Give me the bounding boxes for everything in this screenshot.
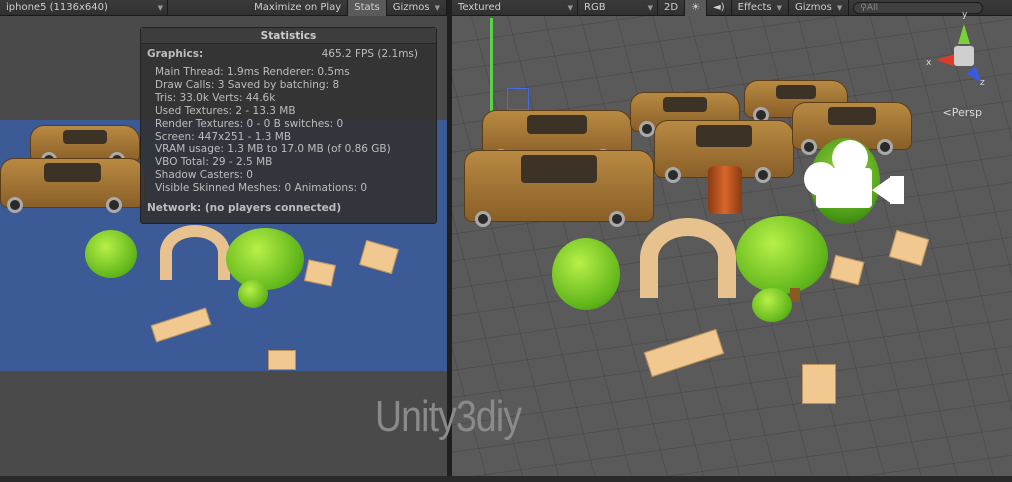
chevron-down-icon: ▼ [434, 3, 440, 12]
stat-row: Draw Calls: 3 Saved by batching: 8 [155, 78, 340, 91]
perspective-label[interactable]: <Persp [943, 106, 982, 119]
statistics-title: Statistics [141, 28, 436, 44]
stats-rows: Main Thread: 1.9ms Renderer: 0.5ms Draw … [141, 60, 436, 195]
color-mode-label: RGB [584, 1, 606, 13]
block-model [802, 364, 836, 404]
block-model [359, 239, 399, 275]
orientation-gizmo[interactable]: y x z [926, 10, 994, 120]
stat-row: Tris: 33.0k Verts: 44.6k [155, 91, 276, 104]
bottom-bar [0, 476, 1012, 482]
tree-model [736, 216, 828, 294]
stat-row: Shadow Casters: 0 [155, 169, 253, 182]
transform-gizmo[interactable] [507, 88, 529, 110]
graphics-row: Graphics: 465.2 FPS (2.1ms) [141, 44, 436, 60]
car-model [0, 158, 145, 213]
stat-row: Render Textures: 0 - 0 B switches: 0 [155, 117, 344, 130]
camera-gizmo-icon[interactable] [804, 140, 908, 210]
barrel-model [708, 166, 742, 214]
stat-row: Main Thread: 1.9ms Renderer: 0.5ms [155, 66, 350, 78]
2d-toggle-button[interactable]: 2D [658, 0, 686, 16]
color-mode-dropdown[interactable]: RGB ▼ [578, 0, 658, 16]
axis-x-label: x [926, 58, 932, 68]
chevron-down-icon: ▼ [647, 3, 653, 12]
y-axis-cone-icon[interactable] [958, 24, 970, 44]
network-status: Network: (no players connected) [147, 202, 342, 215]
resolution-label: iphone5 (1136x640) [6, 1, 108, 13]
stat-row: Used Textures: 2 - 13.3 MB [155, 104, 296, 117]
stat-row: Visible Skinned Meshes: 0 Animations: 0 [155, 182, 368, 195]
chevron-down-icon: ▼ [836, 3, 843, 12]
sun-icon: ☀ [691, 1, 701, 13]
lighting-toggle[interactable]: ☀ [685, 0, 708, 16]
block-model [268, 350, 296, 370]
tree-model [85, 230, 137, 278]
render-mode-label: Textured [458, 1, 501, 13]
chevron-down-icon: ▼ [567, 3, 573, 12]
gizmo-center-cube[interactable] [954, 46, 974, 66]
tree-model [238, 280, 268, 308]
axis-z-label: z [980, 78, 985, 88]
render-mode-dropdown[interactable]: Textured ▼ [452, 0, 578, 16]
scene-toolbar: Textured ▼ RGB ▼ 2D ☀ ◄) Effects ▼ Gizmos ▼ … [452, 0, 1012, 16]
tree-model [552, 238, 620, 310]
chevron-down-icon: ▼ [157, 3, 163, 12]
stat-row: Screen: 447x251 - 1.3 MB [155, 130, 292, 143]
fps-value: 465.2 FPS (2.1ms) [321, 48, 418, 60]
car-model [464, 150, 654, 227]
watermark: Unity3diy [375, 392, 522, 441]
scene-view-panel: Textured ▼ RGB ▼ 2D ☀ ◄) Effects ▼ Gizmos ▼ … [452, 0, 1012, 482]
statistics-overlay: Statistics Graphics: 465.2 FPS (2.1ms) M… [140, 27, 437, 224]
tree-model [226, 228, 304, 290]
chevron-down-icon: ▼ [776, 3, 783, 12]
stat-row: VRAM usage: 1.3 MB to 17.0 MB (of 0.86 G… [155, 143, 391, 156]
stat-row: VBO Total: 29 - 2.5 MB [155, 156, 273, 169]
maximize-on-play-button[interactable]: Maximize on Play [248, 0, 349, 16]
speaker-icon: ◄) [713, 1, 725, 13]
persp-text: Persp [951, 106, 982, 119]
resolution-dropdown[interactable]: iphone5 (1136x640) ▼ [0, 0, 168, 16]
y-axis-handle[interactable] [490, 18, 493, 116]
game-gizmos-dropdown[interactable]: Gizmos ▼ [387, 0, 447, 16]
tree-model [752, 288, 792, 322]
graphics-label: Graphics: [147, 48, 204, 60]
scene-gizmos-dropdown[interactable]: Gizmos ▼ [789, 0, 850, 16]
search-icon: ⚲ [860, 2, 867, 13]
game-toolbar: iphone5 (1136x640) ▼ Maximize on Play St… [0, 0, 447, 16]
arch-model [160, 225, 230, 280]
search-placeholder: All [866, 2, 879, 13]
tree-trunk [790, 288, 800, 302]
audio-toggle[interactable]: ◄) [707, 0, 732, 16]
game-gizmos-label: Gizmos [392, 1, 430, 13]
effects-dropdown[interactable]: Effects ▼ [732, 0, 790, 16]
axis-y-label: y [962, 10, 968, 20]
arch-model [640, 218, 736, 298]
stats-button[interactable]: Stats [348, 0, 387, 16]
effects-label: Effects [737, 1, 772, 13]
x-axis-cone-icon[interactable] [936, 54, 954, 66]
chevron-left-icon: < [942, 106, 952, 119]
scene-gizmos-label: Gizmos [795, 1, 832, 13]
block-model [304, 259, 336, 287]
block-model [150, 307, 212, 343]
